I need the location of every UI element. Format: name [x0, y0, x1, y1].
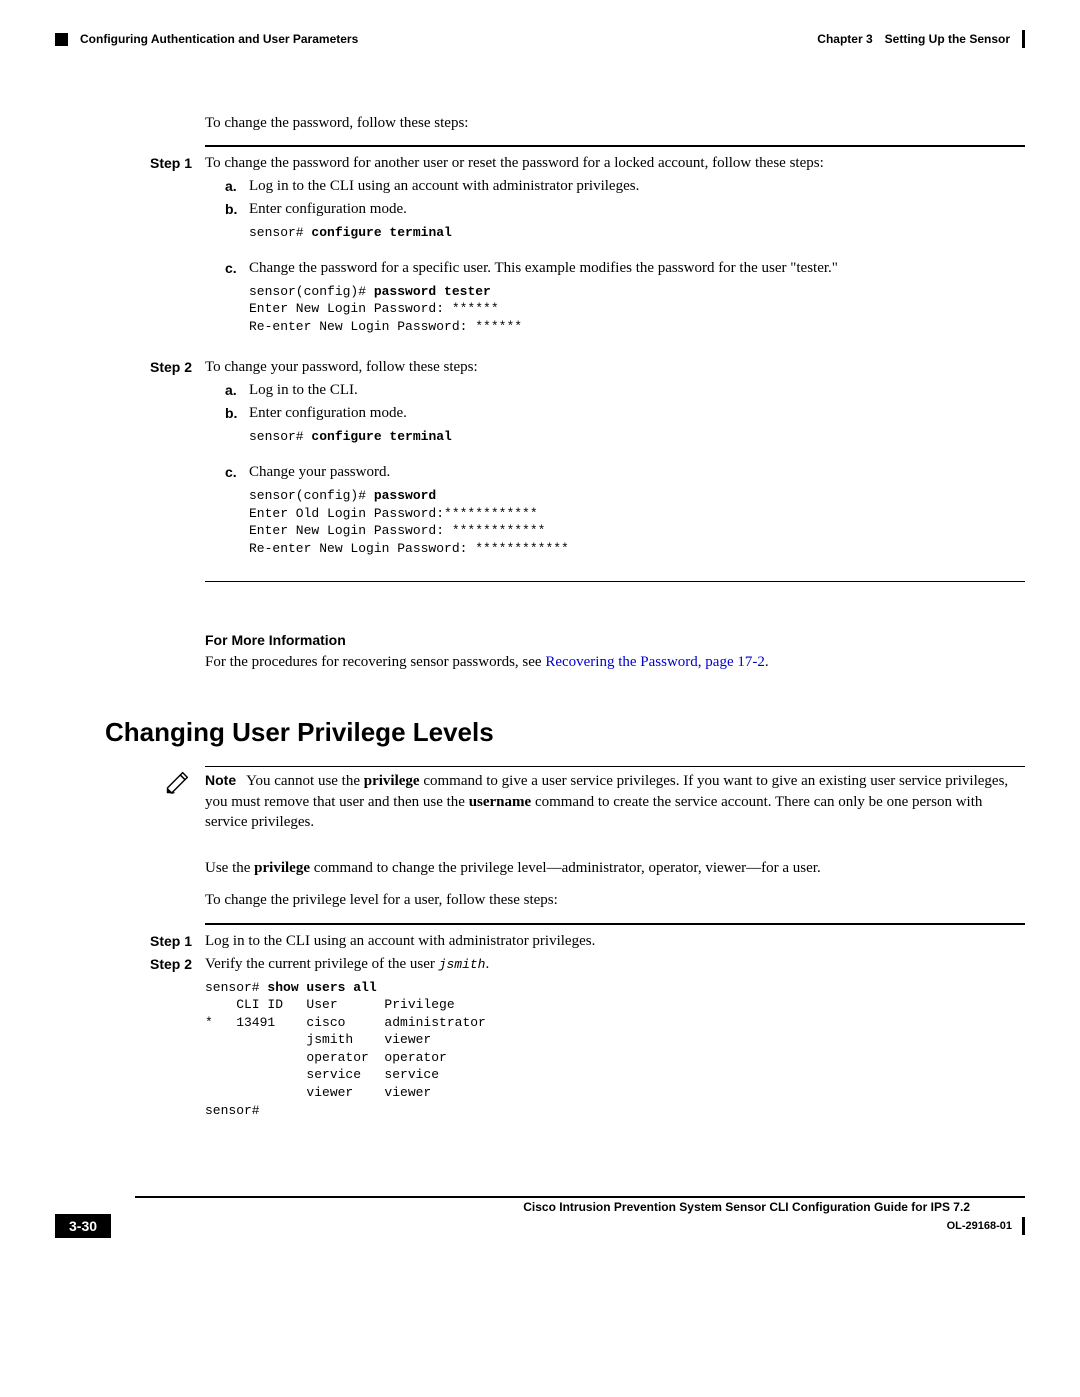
header-chapter-title: Setting Up the Sensor: [885, 32, 1010, 46]
divider: [205, 923, 1025, 925]
step-label: Step 1: [150, 933, 205, 950]
note-text: Note You cannot use the privilege comman…: [205, 771, 1025, 832]
step-text: Verify the current privilege of the user…: [205, 956, 1025, 973]
sub-text: Log in to the CLI using an account with …: [249, 178, 1025, 195]
footer-bar-icon: [1022, 1217, 1025, 1235]
sub-marker: b.: [225, 405, 249, 458]
section-heading: Changing User Privilege Levels: [105, 717, 1025, 748]
code-block: sensor# show users all CLI ID User Privi…: [205, 979, 1025, 1119]
note-label: Note: [205, 771, 236, 790]
recovering-password-link[interactable]: Recovering the Password, page 17-2: [545, 654, 765, 670]
page-footer: Cisco Intrusion Prevention System Sensor…: [55, 1196, 1025, 1238]
more-info-heading: For More Information: [205, 632, 1025, 648]
footer-rule: [135, 1196, 1025, 1198]
step-label: Step 2: [150, 956, 205, 1131]
code-block: sensor# configure terminal: [249, 428, 1025, 446]
more-info-text: For the procedures for recovering sensor…: [205, 652, 1025, 672]
step1-a: a. Log in to the CLI using an account wi…: [225, 178, 1025, 195]
note: Note You cannot use the privilege comman…: [205, 766, 1025, 844]
header-square-icon: [55, 33, 68, 46]
intro-text: To change the password, follow these ste…: [205, 113, 1025, 133]
sec2-step-1: Step 1 Log in to the CLI using an accoun…: [205, 933, 1025, 950]
footer-guide-title: Cisco Intrusion Prevention System Sensor…: [523, 1200, 970, 1214]
step-text: Log in to the CLI using an account with …: [205, 933, 1025, 950]
page-number: 3-30: [55, 1214, 111, 1238]
step1-c: c. Change the password for a specific us…: [225, 260, 1025, 348]
sub-marker: a.: [225, 178, 249, 195]
header-section-title: Configuring Authentication and User Para…: [80, 32, 358, 46]
sub-text: Change the password for a specific user.…: [249, 260, 1025, 277]
code-block: sensor(config)# password tester Enter Ne…: [249, 283, 1025, 336]
sub-marker: a.: [225, 382, 249, 399]
sub-marker: c.: [225, 464, 249, 569]
sub-text: Enter configuration mode.: [249, 405, 1025, 422]
step-label: Step 1: [150, 155, 205, 353]
step1-b: b. Enter configuration mode. sensor# con…: [225, 201, 1025, 254]
step-text: To change the password for another user …: [205, 155, 1025, 172]
step2-b: b. Enter configuration mode. sensor# con…: [225, 405, 1025, 458]
sub-text: Change your password.: [249, 464, 1025, 481]
sub-text: Log in to the CLI.: [249, 382, 1025, 399]
step-2: Step 2 To change your password, follow t…: [205, 359, 1025, 575]
header-chapter-label: Chapter 3: [817, 32, 872, 46]
sub-marker: b.: [225, 201, 249, 254]
footer-doc-id: OL-29168-01: [947, 1220, 1012, 1232]
divider: [205, 145, 1025, 147]
code-block: sensor# configure terminal: [249, 224, 1025, 242]
sub-text: Enter configuration mode.: [249, 201, 1025, 218]
divider: [205, 581, 1025, 582]
code-block: sensor(config)# password Enter Old Login…: [249, 487, 1025, 557]
sub-marker: c.: [225, 260, 249, 348]
step-text: To change your password, follow these st…: [205, 359, 1025, 376]
sec2-step-2: Step 2 Verify the current privilege of t…: [205, 956, 1025, 1131]
use-privilege-text: Use the privilege command to change the …: [205, 858, 1025, 878]
pencil-icon: [164, 768, 192, 796]
step2-c: c. Change your password. sensor(config)#…: [225, 464, 1025, 569]
change-level-intro: To change the privilege level for a user…: [205, 890, 1025, 910]
step-1: Step 1 To change the password for anothe…: [205, 155, 1025, 353]
step-label: Step 2: [150, 359, 205, 575]
step2-a: a. Log in to the CLI.: [225, 382, 1025, 399]
header-bar-icon: [1022, 30, 1025, 48]
page-header: Configuring Authentication and User Para…: [55, 30, 1025, 48]
